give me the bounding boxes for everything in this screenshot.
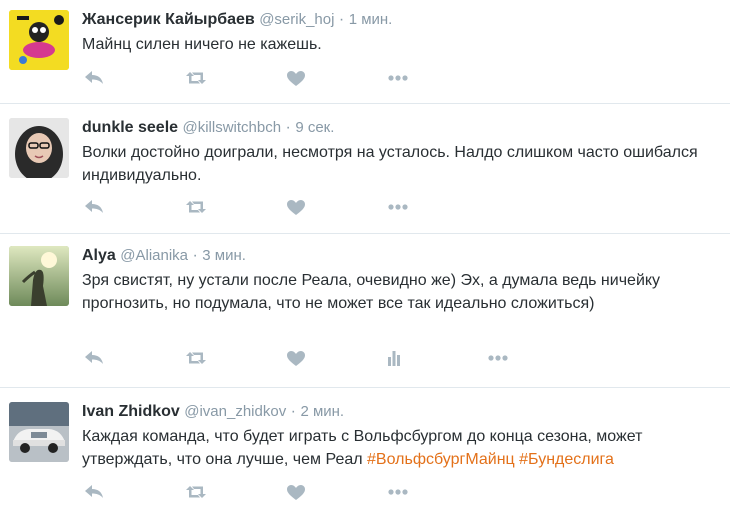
like-icon[interactable] [284,197,308,217]
tweet-header: Alya @Alianika · 3 мин. [82,246,720,266]
tweet-actions [82,348,522,368]
reply-icon[interactable] [82,482,106,502]
tweet-text: Каждая команда, что будет играть с Вольф… [82,425,720,471]
retweet-icon[interactable] [184,348,208,368]
more-icon[interactable] [386,197,410,217]
tweet-author-name[interactable]: Alya [82,247,116,264]
tweet-timestamp[interactable]: 3 мин. [202,247,246,264]
tweet-text: Зря свистят, ну устали после Реала, очев… [82,272,661,312]
meta-separator: · [290,403,296,420]
tweet-author-handle[interactable]: @killswitchbch [183,119,282,136]
tweet-item[interactable]: Alya @Alianika · 3 мин. Зря свистят, ну … [0,234,730,388]
tweet-content: Ivan Zhidkov @ivan_zhidkov · 2 мин. Кажд… [82,402,720,471]
more-icon[interactable] [486,348,510,368]
more-icon[interactable] [386,68,410,88]
hashtag-link[interactable]: #Бундеслига [519,451,614,468]
meta-separator: · [192,247,198,264]
tweet-timestamp[interactable]: 9 сек. [295,119,334,136]
like-icon[interactable] [284,482,308,502]
retweet-icon[interactable] [184,68,208,88]
meta-separator: · [285,119,291,136]
tweet-actions [82,197,422,217]
tweet-header: Жансерик Кайырбаев @serik_hoj · 1 мин. [82,10,720,30]
tweet-content: dunkle seele @killswitchbch · 9 сек. Вол… [82,118,720,187]
car-photo-avatar-icon[interactable] [9,402,69,462]
retweet-icon[interactable] [184,197,208,217]
tweet-timeline: Жансерик Кайырбаев @serik_hoj · 1 мин. М… [0,0,730,516]
meta-separator: · [338,11,345,28]
reply-icon[interactable] [82,68,106,88]
cartoon-avatar-icon[interactable] [9,10,69,70]
tweet-author-handle[interactable]: @ivan_zhidkov [184,403,286,420]
tweet-actions [82,482,422,502]
tweet-author-name[interactable]: Ivan Zhidkov [82,403,180,420]
tweet-timestamp[interactable]: 2 мин. [300,403,344,420]
tweet-header: Ivan Zhidkov @ivan_zhidkov · 2 мин. [82,402,720,422]
photo-avatar-icon[interactable] [9,118,69,178]
reply-icon[interactable] [82,197,106,217]
tweet-text: Майнц силен ничего не кажешь. [82,36,322,53]
retweet-icon[interactable] [184,482,208,502]
tweet-item[interactable]: Жансерик Кайырбаев @serik_hoj · 1 мин. М… [0,0,730,104]
tweet-author-name[interactable]: dunkle seele [82,119,178,136]
like-icon[interactable] [284,348,308,368]
tweet-item[interactable]: dunkle seele @killswitchbch · 9 сек. Вол… [0,104,730,234]
reply-icon[interactable] [82,348,106,368]
tweet-text: Волки достойно доиграли, несмотря на уст… [82,144,698,184]
tweet-item[interactable]: Ivan Zhidkov @ivan_zhidkov · 2 мин. Кажд… [0,388,730,516]
tweet-author-handle[interactable]: @serik_hoj [259,11,334,28]
tweet-author-handle[interactable]: @Alianika [120,247,188,264]
analytics-icon[interactable] [382,348,406,368]
like-icon[interactable] [284,68,308,88]
more-icon[interactable] [386,482,410,502]
tweet-content: Alya @Alianika · 3 мин. Зря свистят, ну … [82,246,720,315]
tweet-timestamp[interactable]: 1 мин. [349,11,393,28]
tweet-content: Жансерик Кайырбаев @serik_hoj · 1 мин. М… [82,10,720,56]
tweet-header: dunkle seele @killswitchbch · 9 сек. [82,118,720,138]
tweet-actions [82,68,422,88]
hashtag-link[interactable]: #ВольфсбургМайнц [367,451,515,468]
photo-avatar-icon[interactable] [9,246,69,306]
tweet-author-name[interactable]: Жансерик Кайырбаев [82,11,255,28]
